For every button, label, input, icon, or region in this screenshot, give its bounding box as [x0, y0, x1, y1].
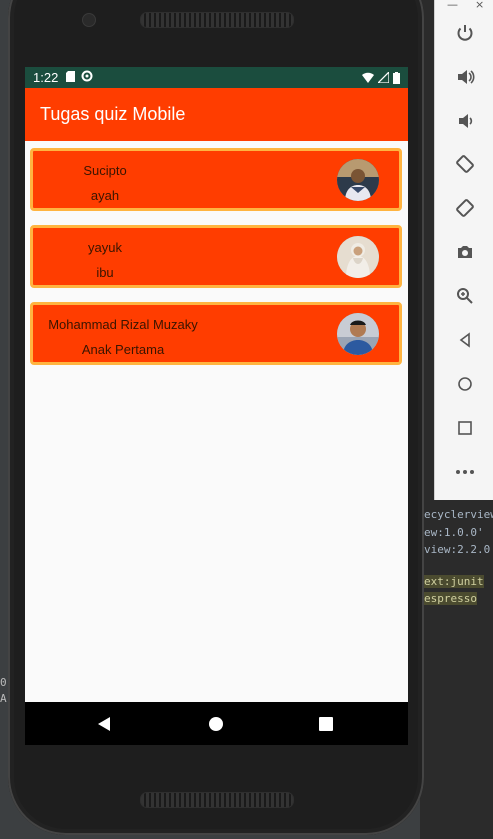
more-button[interactable]: [449, 456, 481, 488]
overview-icon: [319, 717, 333, 731]
rotate-left-icon: [456, 155, 474, 173]
camera-icon: [458, 246, 472, 258]
ide-code-line: ew:1.0.0': [424, 526, 484, 539]
nav-home-button[interactable]: [207, 715, 225, 733]
minimize-button[interactable]: —: [447, 0, 458, 11]
back-icon: [459, 332, 470, 348]
home-button[interactable]: [449, 368, 481, 400]
status-icons: [362, 71, 400, 84]
nav-overview-button[interactable]: [317, 715, 335, 733]
more-icon: [456, 470, 474, 474]
member-name: yayuk: [88, 240, 122, 255]
avatar: [337, 313, 379, 355]
zoom-button[interactable]: [449, 280, 481, 312]
member-role: ibu: [96, 265, 114, 280]
volume-down-button[interactable]: [449, 105, 481, 137]
ide-left-char: A: [0, 692, 7, 705]
ide-left-char: 0: [0, 676, 7, 689]
avatar: [337, 236, 379, 278]
front-camera: [82, 13, 96, 27]
list-item[interactable]: Mohammad Rizal Muzaky Anak Pertama: [30, 302, 402, 365]
top-speaker: [140, 12, 294, 28]
page-title: Tugas quiz Mobile: [40, 104, 186, 124]
avatar: [337, 159, 379, 201]
status-time: 1:22: [33, 70, 59, 85]
sd-card-icon: [66, 70, 76, 85]
rotate-right-button[interactable]: [449, 192, 481, 224]
back-button[interactable]: [449, 324, 481, 356]
volume-down-icon: [459, 114, 473, 128]
screenshot-button[interactable]: [449, 236, 481, 268]
status-bar: 1:22: [25, 67, 408, 88]
ide-code-line: ecyclerview: [424, 508, 493, 521]
home-icon: [458, 377, 472, 391]
rotate-right-icon: [456, 199, 474, 217]
nav-back-button[interactable]: [95, 715, 113, 733]
battery-icon: [393, 71, 400, 84]
member-role: Anak Pertama: [81, 342, 165, 357]
overview-button[interactable]: [449, 412, 481, 444]
toolbar-window-controls: — ×: [435, 0, 493, 12]
phone-screen: 1:22 Tugas quiz Mobile Sucipto ayah yayu…: [25, 67, 408, 745]
zoom-icon: [457, 288, 473, 304]
ide-code-line: ext:junit: [424, 575, 484, 588]
navigation-bar: [25, 702, 408, 745]
wifi-icon: [362, 72, 374, 83]
volume-up-button[interactable]: [449, 61, 481, 93]
power-button[interactable]: [449, 17, 481, 49]
bottom-speaker: [140, 792, 294, 808]
emulator-toolbar: — ×: [434, 0, 493, 500]
close-button[interactable]: ×: [475, 0, 484, 11]
overview-icon: [458, 421, 472, 435]
back-icon: [98, 717, 110, 731]
volume-up-icon: [458, 70, 475, 84]
rotate-left-button[interactable]: [449, 148, 481, 180]
list-item[interactable]: Sucipto ayah: [30, 148, 402, 211]
member-name: Sucipto: [83, 163, 127, 178]
app-bar: Tugas quiz Mobile: [25, 88, 408, 141]
home-icon: [209, 717, 223, 731]
sync-icon: [81, 70, 93, 85]
signal-icon: [378, 71, 389, 83]
card-list: Sucipto ayah yayuk ibu Mohammad Rizal Mu…: [25, 141, 408, 365]
ide-code-line: espresso: [424, 592, 477, 605]
member-role: ayah: [90, 188, 120, 203]
ide-code-line: view:2.2.0: [424, 543, 491, 556]
power-icon: [457, 25, 473, 41]
list-item[interactable]: yayuk ibu: [30, 225, 402, 288]
member-name: Mohammad Rizal Muzaky: [48, 317, 198, 332]
